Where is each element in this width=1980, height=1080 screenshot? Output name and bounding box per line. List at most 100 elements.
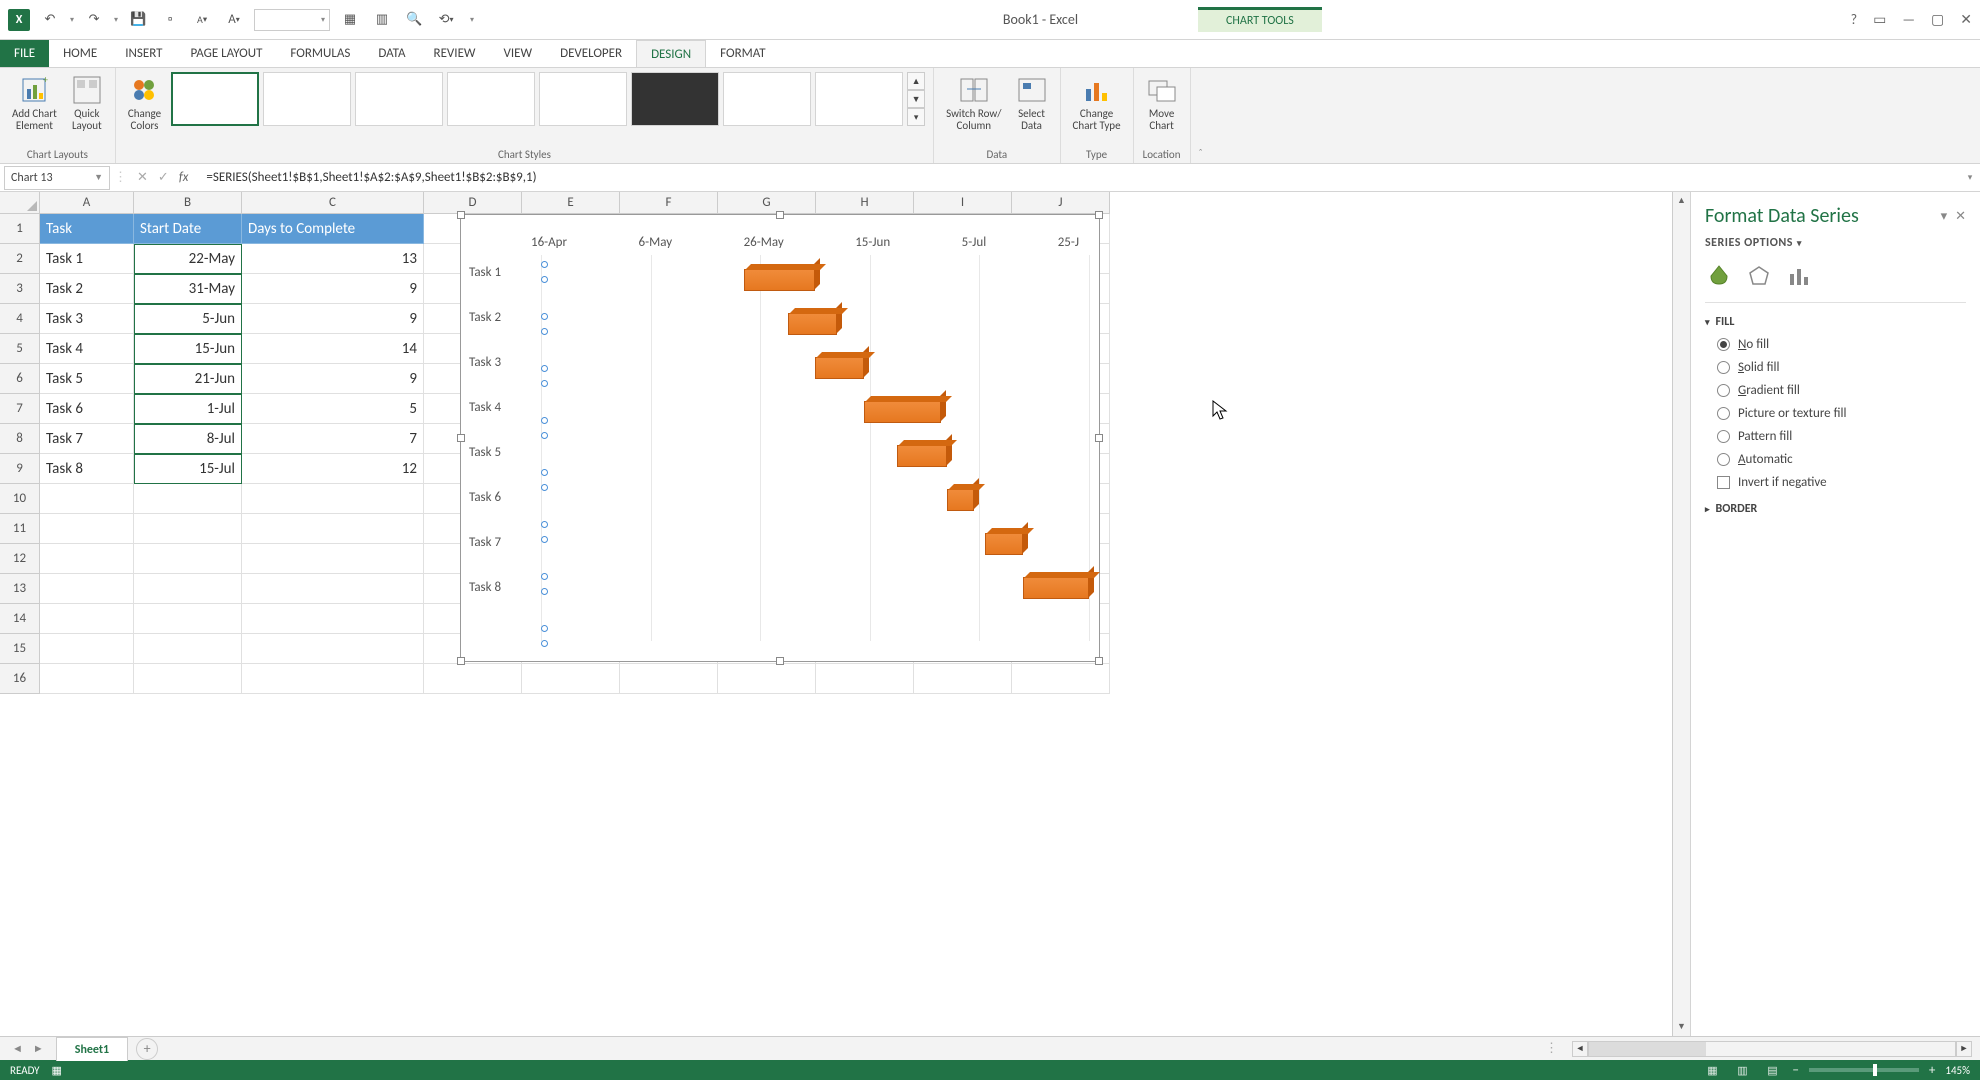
sheet-tab-sheet1[interactable]: Sheet1 (56, 1037, 128, 1061)
chart-bar[interactable] (1023, 577, 1089, 599)
chart-bar[interactable] (788, 313, 837, 335)
chart-bar[interactable] (985, 533, 1023, 555)
cell[interactable]: Task 4 (40, 334, 134, 364)
column-header-C[interactable]: C (242, 192, 424, 214)
ribbon-display-button[interactable]: ▭ (1873, 11, 1886, 28)
cell[interactable]: 5 (242, 394, 424, 424)
row-header[interactable]: 12 (0, 544, 40, 574)
row-header[interactable]: 14 (0, 604, 40, 634)
help-button[interactable]: ? (1851, 11, 1858, 28)
tab-data[interactable]: DATA (364, 40, 419, 67)
cell[interactable]: Days to Complete (242, 214, 424, 244)
view-normal-button[interactable]: ▦ (1702, 1062, 1722, 1078)
chart-style-6[interactable] (631, 72, 719, 126)
cell[interactable] (40, 604, 134, 634)
column-header-G[interactable]: G (718, 192, 816, 214)
qa-dropdown[interactable]: ▾ (254, 9, 330, 31)
row-header[interactable]: 13 (0, 574, 40, 604)
row-header[interactable]: 3 (0, 274, 40, 304)
row-header[interactable]: 2 (0, 244, 40, 274)
cell[interactable] (816, 664, 914, 694)
cell[interactable]: Task 8 (40, 454, 134, 484)
select-data-button[interactable]: Select Data (1012, 72, 1052, 134)
sheet-nav-next[interactable]: ► (33, 1042, 44, 1055)
move-chart-button[interactable]: Move Chart (1142, 72, 1182, 134)
tab-insert[interactable]: INSERT (111, 40, 176, 67)
zoom-level[interactable]: 145% (1945, 1064, 1970, 1077)
view-page-layout-button[interactable]: ▥ (1732, 1062, 1752, 1078)
cell[interactable] (134, 634, 242, 664)
cell[interactable]: 14 (242, 334, 424, 364)
cell[interactable] (242, 664, 424, 694)
row-header[interactable]: 7 (0, 394, 40, 424)
cell[interactable]: 9 (242, 304, 424, 334)
cell[interactable] (40, 484, 134, 514)
column-header-I[interactable]: I (914, 192, 1012, 214)
cell[interactable]: Task 5 (40, 364, 134, 394)
chart-style-7[interactable] (723, 72, 811, 126)
zoom-out-button[interactable]: − (1792, 1063, 1798, 1078)
cell[interactable]: Task 2 (40, 274, 134, 304)
qa-icon-3[interactable]: 🔍 (402, 8, 426, 32)
cell[interactable] (40, 514, 134, 544)
embedded-chart[interactable]: 16-Apr6-May26-May15-Jun5-Jul25-J Task 1T… (460, 214, 1100, 662)
column-header-E[interactable]: E (522, 192, 620, 214)
pane-options-button[interactable]: ▾ (1941, 209, 1948, 224)
qa-icon-4[interactable]: ⟲▾ (434, 8, 458, 32)
hscroll-right[interactable]: ► (1956, 1041, 1972, 1057)
macro-record-icon[interactable]: ▦ (52, 1064, 62, 1077)
tab-home[interactable]: HOME (49, 40, 111, 67)
close-button[interactable]: ✕ (1960, 11, 1972, 28)
column-header-H[interactable]: H (816, 192, 914, 214)
tab-design[interactable]: DESIGN (636, 40, 706, 67)
chart-style-1[interactable] (171, 72, 259, 126)
tab-review[interactable]: REVIEW (420, 40, 490, 67)
cell[interactable]: 13 (242, 244, 424, 274)
cell[interactable] (134, 544, 242, 574)
radio-pattern-fill[interactable]: Pattern fill (1717, 429, 1966, 444)
qa-button-1[interactable]: ▫ (158, 8, 182, 32)
change-chart-type-button[interactable]: Change Chart Type (1069, 72, 1125, 134)
row-header[interactable]: 5 (0, 334, 40, 364)
insert-function-button[interactable]: fx (179, 170, 189, 185)
zoom-slider[interactable] (1809, 1068, 1919, 1072)
cell[interactable] (914, 664, 1012, 694)
chart-bar[interactable] (947, 489, 974, 511)
maximize-button[interactable]: ▢ (1931, 11, 1944, 28)
cell[interactable]: Task 6 (40, 394, 134, 424)
cell[interactable] (40, 634, 134, 664)
cell[interactable]: 21-Jun (134, 364, 242, 394)
cell[interactable]: Task 3 (40, 304, 134, 334)
fill-line-tab-icon[interactable] (1705, 262, 1733, 290)
tab-formulas[interactable]: FORMULAS (276, 40, 364, 67)
change-colors-button[interactable]: Change Colors (124, 72, 165, 134)
cell[interactable]: Task 7 (40, 424, 134, 454)
font-smaller-button[interactable]: A▾ (190, 8, 214, 32)
qa-icon-1[interactable]: ▦ (338, 8, 362, 32)
zoom-in-button[interactable]: + (1929, 1063, 1935, 1078)
cell[interactable] (1012, 664, 1110, 694)
worksheet-grid[interactable]: A B C D E F G H I J 1TaskStart DateDays … (0, 192, 1672, 1036)
checkbox-invert-negative[interactable]: Invert if negative (1717, 475, 1966, 490)
minimize-button[interactable]: — (1902, 11, 1915, 28)
quick-layout-button[interactable]: Quick Layout (67, 72, 107, 134)
switch-row-column-button[interactable]: Switch Row/ Column (942, 72, 1005, 134)
cell[interactable] (40, 574, 134, 604)
sheet-nav-prev[interactable]: ◄ (12, 1042, 23, 1055)
select-all-button[interactable] (0, 192, 40, 214)
chart-y-axis[interactable]: Task 1Task 2Task 3Task 4Task 5Task 6Task… (469, 265, 501, 595)
name-box-dropdown-icon[interactable]: ▼ (94, 172, 103, 183)
cell[interactable] (134, 484, 242, 514)
radio-solid-fill[interactable]: Solid fill (1717, 360, 1966, 375)
add-sheet-button[interactable]: + (136, 1038, 158, 1060)
cell[interactable]: Task (40, 214, 134, 244)
cell[interactable] (718, 664, 816, 694)
ribbon-collapse-button[interactable]: ˆ (1191, 68, 1211, 163)
enter-formula-button[interactable]: ✓ (158, 170, 169, 185)
fill-section-header[interactable]: ▾FILL (1705, 315, 1966, 329)
chart-bar[interactable] (815, 357, 864, 379)
chart-style-2[interactable] (263, 72, 351, 126)
tab-format[interactable]: FORMAT (706, 40, 779, 67)
cell[interactable] (242, 484, 424, 514)
cell[interactable]: 12 (242, 454, 424, 484)
